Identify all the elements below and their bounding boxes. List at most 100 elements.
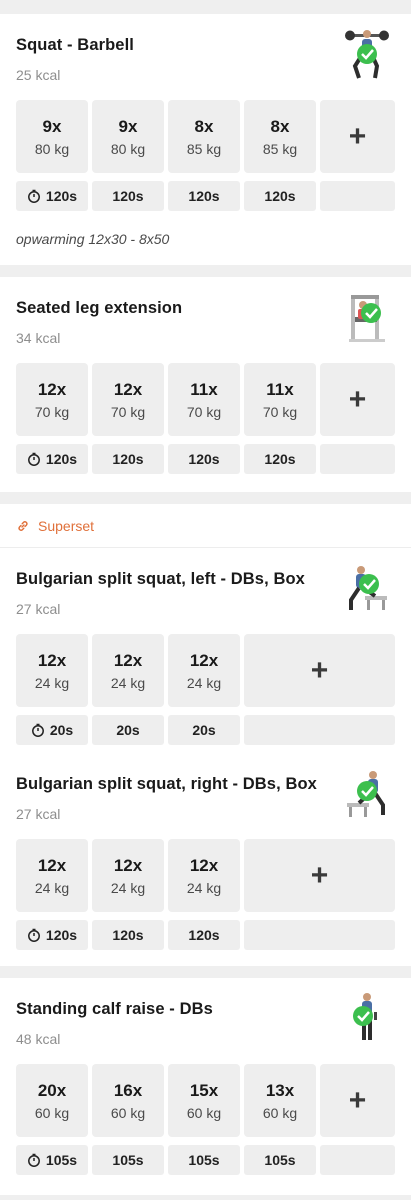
exercise-header: Squat - Barbell 25 kcal — [16, 14, 395, 100]
rest-empty-cell — [320, 181, 395, 211]
set-reps: 20x — [37, 1080, 67, 1100]
add-set-button[interactable]: + — [244, 634, 395, 707]
exercise-card-squat[interactable]: Squat - Barbell 25 kcal 9x 80 kg 9x 80 kg … — [0, 14, 411, 265]
set-reps: 12x — [37, 855, 67, 875]
set-cell[interactable]: 8x 85 kg — [244, 100, 316, 173]
set-weight: 24 kg — [110, 879, 146, 896]
rest-cell[interactable]: 120s — [16, 444, 88, 474]
section-divider — [0, 492, 411, 504]
set-cell[interactable]: 9x 80 kg — [92, 100, 164, 173]
rest-cell[interactable]: 120s — [168, 181, 240, 211]
rest-cell[interactable]: 120s — [168, 444, 240, 474]
set-weight: 80 kg — [110, 140, 146, 157]
set-reps: 12x — [37, 650, 67, 670]
set-cell[interactable]: 12x 24 kg — [92, 634, 164, 707]
rest-cell[interactable]: 105s — [168, 1145, 240, 1175]
rest-cell[interactable]: 120s — [16, 181, 88, 211]
rest-cell[interactable]: 120s — [244, 181, 316, 211]
rest-cell[interactable]: 120s — [92, 444, 164, 474]
superset-card: Superset Bulgarian split squat, left - D… — [0, 504, 411, 966]
rest-cell[interactable]: 20s — [92, 715, 164, 745]
link-icon — [18, 520, 28, 531]
rest-empty-cell — [244, 715, 395, 745]
set-reps: 8x — [194, 116, 214, 136]
set-weight: 60 kg — [186, 1104, 222, 1121]
exercise-thumbnail[interactable] — [345, 289, 389, 347]
rest-cell[interactable]: 120s — [244, 444, 316, 474]
exercise-thumbnail[interactable] — [345, 26, 389, 84]
exercise-title[interactable]: Squat - Barbell — [16, 36, 134, 55]
rest-time: 20s — [192, 722, 216, 738]
section-divider — [0, 966, 411, 978]
split-squat-illustration-icon — [347, 771, 385, 817]
set-cell[interactable]: 12x 24 kg — [168, 634, 240, 707]
rest-cell[interactable]: 105s — [16, 1145, 88, 1175]
calf-raise-illustration-icon — [353, 993, 377, 1040]
exercise-title[interactable]: Bulgarian split squat, left - DBs, Box — [16, 570, 305, 589]
add-set-button[interactable]: + — [244, 839, 395, 912]
rest-cell[interactable]: 120s — [168, 920, 240, 950]
set-cell[interactable]: 9x 80 kg — [16, 100, 88, 173]
set-cell[interactable]: 16x 60 kg — [92, 1064, 164, 1137]
add-set-button[interactable]: + — [320, 1064, 395, 1137]
rest-cell[interactable]: 20s — [16, 715, 88, 745]
add-set-button[interactable]: + — [320, 100, 395, 173]
sets-row: 9x 80 kg 9x 80 kg 8x 85 kg 8x 85 kg + — [16, 100, 395, 173]
set-cell[interactable]: 8x 85 kg — [168, 100, 240, 173]
rest-time: 120s — [188, 927, 220, 943]
set-cell[interactable]: 12x 70 kg — [16, 363, 88, 436]
add-set-button[interactable]: + — [320, 363, 395, 436]
rest-empty-cell — [320, 1145, 395, 1175]
set-cell[interactable]: 12x 70 kg — [92, 363, 164, 436]
squat-illustration-icon — [345, 30, 389, 79]
exercise-title[interactable]: Bulgarian split squat, right - DBs, Box — [16, 775, 317, 794]
set-cell[interactable]: 12x 24 kg — [16, 839, 88, 912]
set-cell[interactable]: 15x 60 kg — [168, 1064, 240, 1137]
rest-cell[interactable]: 105s — [244, 1145, 316, 1175]
exercise-title[interactable]: Standing calf raise - DBs — [16, 1000, 213, 1019]
exercise-kcal: 27 kcal — [16, 601, 61, 617]
rest-row: 105s 105s 105s 105s — [16, 1145, 395, 1175]
exercise-card-split-squat-left[interactable]: Bulgarian split squat, left - DBs, Box 2… — [16, 548, 395, 745]
superset-header[interactable]: Superset — [0, 504, 411, 548]
exercise-thumbnail[interactable] — [345, 560, 389, 618]
set-cell[interactable]: 20x 60 kg — [16, 1064, 88, 1137]
rest-cell[interactable]: 120s — [16, 920, 88, 950]
set-cell[interactable]: 12x 24 kg — [168, 839, 240, 912]
exercise-card-split-squat-right[interactable]: Bulgarian split squat, right - DBs, Box … — [16, 753, 395, 950]
set-cell[interactable]: 11x 70 kg — [244, 363, 316, 436]
exercise-thumbnail[interactable] — [345, 990, 389, 1048]
set-cell[interactable]: 13x 60 kg — [244, 1064, 316, 1137]
set-weight: 85 kg — [186, 140, 222, 157]
sets-row: 12x 70 kg 12x 70 kg 11x 70 kg 11x 70 kg + — [16, 363, 395, 436]
set-cell[interactable]: 11x 70 kg — [168, 363, 240, 436]
split-squat-illustration-icon — [349, 566, 387, 610]
rest-time: 120s — [188, 188, 220, 204]
stopwatch-icon — [27, 1153, 40, 1167]
set-cell[interactable]: 12x 24 kg — [92, 839, 164, 912]
exercise-thumbnail[interactable] — [345, 765, 389, 823]
rest-cell[interactable]: 120s — [92, 181, 164, 211]
rest-cell[interactable]: 105s — [92, 1145, 164, 1175]
exercise-title[interactable]: Seated leg extension — [16, 299, 182, 318]
exercise-card-calf-raise[interactable]: Standing calf raise - DBs 48 kcal 20x 60 … — [0, 978, 411, 1195]
superset-label: Superset — [38, 517, 95, 534]
set-reps: 12x — [113, 650, 143, 670]
top-spacer — [0, 0, 411, 14]
set-reps: 16x — [113, 1080, 143, 1100]
rest-cell[interactable]: 20s — [168, 715, 240, 745]
leg-extension-illustration-icon — [349, 295, 385, 342]
rest-time: 120s — [188, 451, 220, 467]
set-cell[interactable]: 12x 24 kg — [16, 634, 88, 707]
set-reps: 15x — [189, 1080, 219, 1100]
set-weight: 80 kg — [34, 140, 70, 157]
set-weight: 24 kg — [34, 674, 70, 691]
rest-cell[interactable]: 120s — [92, 920, 164, 950]
exercise-note[interactable]: opwarming 12x30 - 8x50 — [16, 211, 395, 265]
exercise-kcal: 48 kcal — [16, 1031, 61, 1047]
stopwatch-icon — [27, 189, 40, 203]
exercise-card-leg-extension[interactable]: Seated leg extension 34 kcal 12x 70 kg 12… — [0, 277, 411, 492]
rest-time: 105s — [188, 1152, 220, 1168]
rest-empty-cell — [244, 920, 395, 950]
rest-time: 120s — [112, 451, 144, 467]
